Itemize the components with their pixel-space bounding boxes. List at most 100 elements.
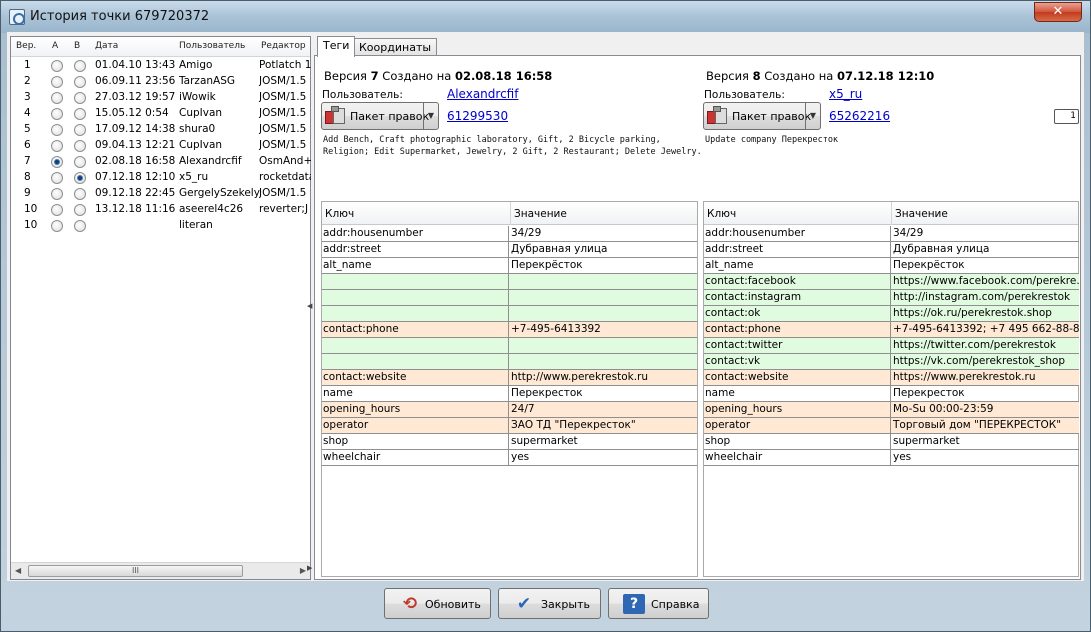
splitter[interactable]: ◀ ▶: [306, 32, 314, 581]
left-tag-row[interactable]: name Перекресток: [322, 386, 697, 402]
radio-a[interactable]: [51, 172, 63, 184]
left-tag-row[interactable]: addr:street Дубравная улица: [322, 242, 697, 258]
history-row[interactable]: 7 02.08.18 16:58 Alexandrcfif OsmAnd+: [11, 154, 312, 170]
col-date[interactable]: Дата: [95, 41, 118, 51]
close-window-button[interactable]: ✕: [1034, 2, 1082, 22]
right-changeset-button[interactable]: Пакет правок ▼: [703, 102, 821, 130]
tag-value: [510, 306, 697, 321]
left-tag-row[interactable]: contact:phone +7-495-6413392: [322, 322, 697, 338]
right-tag-row[interactable]: contact:instagram http://instagram.com/pe…: [704, 290, 1079, 306]
left-tag-row[interactable]: [322, 274, 697, 290]
left-tag-row[interactable]: [322, 306, 697, 322]
left-changeset-link[interactable]: 61299530: [447, 109, 508, 123]
history-row[interactable]: 1 01.04.10 13:43 Amigo Potlatch 1: [11, 58, 312, 74]
tab-coordinates[interactable]: Координаты: [353, 38, 438, 56]
left-key-header[interactable]: Ключ: [325, 208, 354, 220]
radio-b[interactable]: [74, 156, 86, 168]
row-version: 8: [24, 171, 31, 183]
comment-count-icon[interactable]: 1: [1054, 109, 1079, 124]
left-tag-row[interactable]: operator ЗАО ТД "Перекресток": [322, 418, 697, 434]
right-key-header[interactable]: Ключ: [707, 208, 736, 220]
left-tag-row[interactable]: [322, 290, 697, 306]
col-user[interactable]: Пользователь: [179, 41, 245, 51]
scroll-left-icon[interactable]: ◀: [15, 566, 21, 575]
col-version[interactable]: Вер.: [16, 41, 36, 51]
right-tag-row[interactable]: contact:ok https://ok.ru/perekrestok.shop: [704, 306, 1079, 322]
left-changeset-button[interactable]: Пакет правок ▼: [321, 102, 439, 130]
chevron-down-icon[interactable]: ▼: [423, 103, 438, 129]
right-tag-row[interactable]: operator Торговый дом "ПЕРЕКРЕСТОК": [704, 418, 1079, 434]
history-row[interactable]: 3 27.03.12 19:57 iWowik JOSM/1.5: [11, 90, 312, 106]
radio-b[interactable]: [74, 124, 86, 136]
splitter-right-icon[interactable]: ▶: [307, 564, 312, 572]
history-row[interactable]: 8 07.12.18 12:10 x5_ru rocketdata: [11, 170, 312, 186]
history-row[interactable]: 10 literan: [11, 218, 312, 234]
radio-b[interactable]: [74, 172, 86, 184]
history-row[interactable]: 2 06.09.11 23:56 TarzanASG JOSM/1.5: [11, 74, 312, 90]
right-tag-row[interactable]: alt_name Перекрёсток: [704, 258, 1079, 274]
horizontal-scrollbar[interactable]: ◀ III ▶: [11, 562, 310, 579]
left-tag-row[interactable]: [322, 354, 697, 370]
history-row[interactable]: 9 09.12.18 22:45 GergelySzekely JOSM/1.5: [11, 186, 312, 202]
right-tag-row[interactable]: contact:twitter https://twitter.com/perek…: [704, 338, 1079, 354]
tag-value: supermarket: [511, 435, 578, 447]
right-value-header[interactable]: Значение: [895, 208, 948, 220]
radio-a[interactable]: [51, 204, 63, 216]
help-button[interactable]: ? Справка: [608, 588, 709, 619]
right-changeset-link[interactable]: 65262216: [829, 109, 890, 123]
right-user-link[interactable]: x5_ru: [829, 87, 862, 101]
radio-a[interactable]: [51, 220, 63, 232]
radio-a[interactable]: [51, 140, 63, 152]
title-bar: История точки 679720372 ✕: [1, 1, 1090, 33]
radio-a[interactable]: [51, 156, 63, 168]
right-tag-row[interactable]: contact:facebook https://www.facebook.com…: [704, 274, 1079, 290]
left-value-header[interactable]: Значение: [514, 208, 567, 220]
splitter-left-icon[interactable]: ◀: [307, 302, 312, 310]
history-row[interactable]: 10 13.12.18 11:16 aseerel4c26 reverter;J: [11, 202, 312, 218]
left-user-link[interactable]: Alexandrcfif: [447, 87, 518, 101]
left-tag-row[interactable]: contact:website http://www.perekrestok.ru: [322, 370, 697, 386]
right-tag-row[interactable]: opening_hours Mo-Su 00:00-23:59: [704, 402, 1079, 418]
radio-b[interactable]: [74, 76, 86, 88]
radio-b[interactable]: [74, 188, 86, 200]
history-row[interactable]: 4 15.05.12 0:54 CupIvan JOSM/1.5: [11, 106, 312, 122]
radio-a[interactable]: [51, 60, 63, 72]
left-tag-row[interactable]: shop supermarket: [322, 434, 697, 450]
radio-a[interactable]: [51, 76, 63, 88]
right-tag-row[interactable]: contact:phone +7-495-6413392; +7 495 662-…: [704, 322, 1079, 338]
right-tag-row[interactable]: shop supermarket: [704, 434, 1079, 450]
history-row[interactable]: 6 09.04.13 12:21 CupIvan JOSM/1.5: [11, 138, 312, 154]
left-tag-row[interactable]: wheelchair yes: [322, 450, 697, 466]
left-tag-row[interactable]: [322, 338, 697, 354]
left-tag-row[interactable]: opening_hours 24/7: [322, 402, 697, 418]
right-tag-row[interactable]: addr:housenumber 34/29: [704, 226, 1079, 242]
col-editor[interactable]: Редактор: [261, 41, 306, 51]
radio-b[interactable]: [74, 140, 86, 152]
tab-tags[interactable]: Теги: [317, 36, 356, 57]
refresh-button[interactable]: ⟲ Обновить: [384, 588, 491, 619]
close-button[interactable]: ✔ Закрыть: [498, 588, 601, 619]
radio-b[interactable]: [74, 108, 86, 120]
row-user: GergelySzekely: [179, 187, 260, 199]
radio-a[interactable]: [51, 92, 63, 104]
col-b[interactable]: B: [74, 41, 80, 51]
left-tag-row[interactable]: addr:housenumber 34/29: [322, 226, 697, 242]
right-tag-row[interactable]: contact:vk https://vk.com/perekrestok_sho…: [704, 354, 1079, 370]
left-tag-row[interactable]: alt_name Перекрёсток: [322, 258, 697, 274]
radio-a[interactable]: [51, 188, 63, 200]
radio-b[interactable]: [74, 220, 86, 232]
radio-b[interactable]: [74, 204, 86, 216]
right-tag-row[interactable]: addr:street Дубравная улица: [704, 242, 1079, 258]
right-tag-row[interactable]: contact:website https://www.perekrestok.r…: [704, 370, 1079, 386]
right-tag-row[interactable]: wheelchair yes: [704, 450, 1079, 466]
radio-a[interactable]: [51, 108, 63, 120]
history-row[interactable]: 5 17.09.12 14:38 shura0 JOSM/1.5: [11, 122, 312, 138]
radio-b[interactable]: [74, 92, 86, 104]
chevron-down-icon[interactable]: ▼: [805, 103, 820, 129]
right-tag-row[interactable]: name Перекресток: [704, 386, 1079, 402]
col-a[interactable]: A: [52, 41, 58, 51]
scroll-thumb[interactable]: III: [28, 565, 243, 577]
row-version: 2: [24, 75, 31, 87]
radio-b[interactable]: [74, 60, 86, 72]
radio-a[interactable]: [51, 124, 63, 136]
